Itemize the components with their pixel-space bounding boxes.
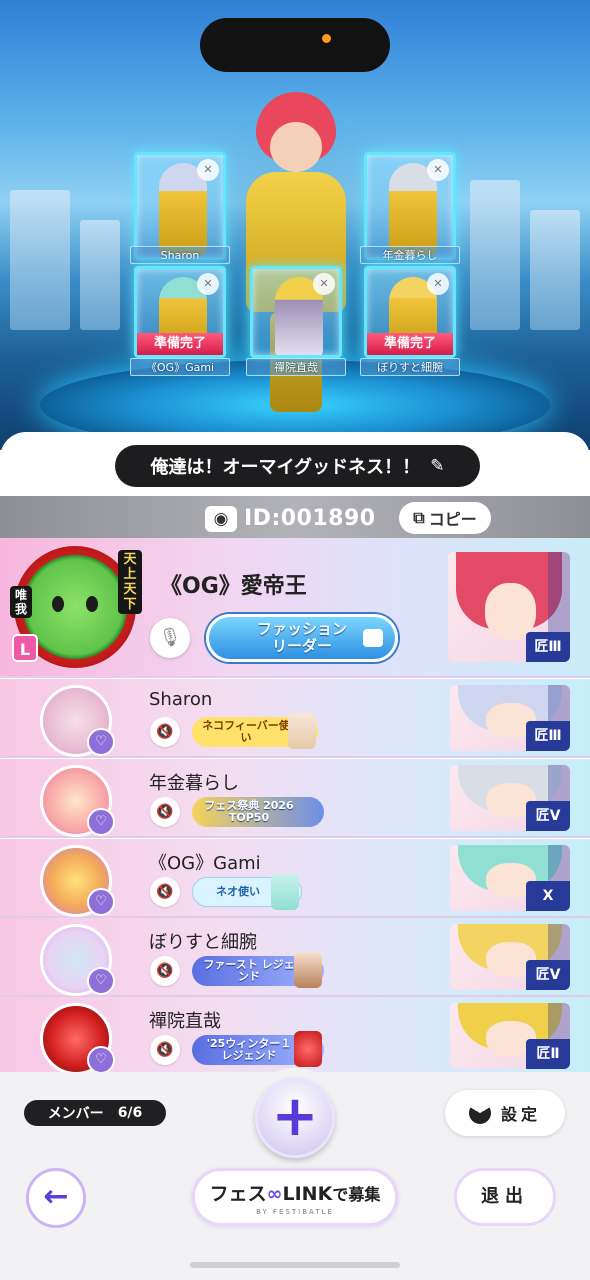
mic-off-icon: ✕	[427, 159, 449, 181]
heart-hands-icon: ♡	[87, 1046, 115, 1074]
emblem-label-left: 唯我	[10, 586, 32, 618]
recruit-byline: BY FESTIBATLE	[256, 1207, 334, 1216]
home-indicator	[190, 1262, 400, 1268]
member-card-name: 《OG》Gami	[130, 358, 230, 376]
heart-hands-icon: ♡	[87, 967, 115, 995]
mute-icon[interactable]: 🔇	[150, 956, 180, 986]
member-name: 《OG》Gami	[149, 853, 261, 874]
room-id: ID:001890	[244, 506, 376, 531]
dynamic-island	[200, 18, 390, 72]
member-card-2[interactable]: ✕	[364, 152, 456, 260]
mic-off-icon: ✕	[427, 273, 449, 295]
leader-name: 《OG》愛帝王	[160, 574, 307, 599]
member-title-text: ネオ使い	[216, 885, 260, 898]
member-row[interactable]: ♡ 年金暮らし 🔇 フェス祭典 2026 TOP50 匠Ⅴ	[0, 759, 590, 838]
member-emblem: ♡	[40, 765, 115, 837]
member-count: メンバー 6/6	[24, 1100, 166, 1126]
member-title: ネコフィーバー使い	[192, 713, 318, 749]
mute-icon[interactable]: 🔇	[150, 717, 180, 747]
member-title-text: ネコフィーバー使い	[202, 719, 290, 744]
member-card-name: ぼりすと細腕	[360, 358, 460, 376]
rank-badge: X	[526, 881, 570, 911]
team-name-text: 俺達は！オーマイグッドネス！！	[150, 457, 421, 478]
member-name: 年金暮らし	[149, 773, 239, 794]
exit-button[interactable]: 退出	[454, 1168, 556, 1226]
copy-icon: ⧉	[413, 508, 425, 527]
eye-icon[interactable]: ◉	[205, 506, 237, 532]
leader-title-plate: ファッション リーダー	[206, 614, 398, 662]
member-row[interactable]: ♡ 禪院直哉 🔇 '25ウィンター１ レジェンド 匠Ⅱ	[0, 997, 590, 1076]
member-emblem: ♡	[40, 685, 115, 757]
rank-badge: 匠Ⅲ	[526, 721, 570, 751]
settings-icon	[468, 1102, 491, 1124]
rank-badge: 匠Ⅱ	[526, 1039, 570, 1069]
mute-icon[interactable]: 🔇	[150, 797, 180, 827]
mute-icon[interactable]: 🔇	[150, 1035, 180, 1065]
member-portrait: 匠Ⅴ	[450, 924, 570, 990]
member-title: '25ウィンター１ レジェンド	[192, 1031, 324, 1067]
settings-button[interactable]: 設定	[445, 1090, 565, 1136]
member-card-1[interactable]: ✕	[134, 152, 226, 260]
member-title-text: '25ウィンター１ レジェンド	[206, 1037, 292, 1062]
settings-label: 設定	[500, 1105, 541, 1124]
member-count-value: 6/6	[117, 1105, 143, 1121]
copy-button[interactable]: ⧉ コピー	[399, 502, 491, 534]
member-card-name: Sharon	[130, 246, 230, 264]
shirt-icon	[363, 629, 383, 647]
mic-off-icon[interactable]: 🎙	[150, 618, 190, 658]
recruit-suffix: で募集	[332, 1184, 381, 1204]
member-count-label: メンバー	[47, 1106, 104, 1122]
member-title: フェス祭典 2026 TOP50	[192, 797, 324, 827]
ready-badge: 準備完了	[137, 333, 223, 355]
rank-badge: 匠Ⅴ	[526, 960, 570, 990]
festa-link-recruit-button[interactable]: フェス∞LINKで募集 BY FESTIBATLE	[192, 1168, 398, 1226]
emblem-label-top: 天上天下	[118, 550, 142, 614]
heart-hands-icon: ♡	[87, 888, 115, 916]
invite-plus-button[interactable]: +	[255, 1078, 335, 1158]
leader-row[interactable]: 天上天下 唯我 L 《OG》愛帝王 🎙 ファッション リーダー 匠Ⅲ	[0, 538, 590, 678]
member-card-4[interactable]: ✕	[250, 266, 342, 358]
copy-label: コピー	[428, 510, 477, 529]
member-title: ネオ使い	[192, 874, 302, 910]
member-emblem: ♡	[40, 845, 115, 917]
pencil-icon: ✎	[430, 456, 445, 476]
member-emblem: ♡	[40, 924, 115, 996]
recruit-prefix: フェス	[209, 1182, 267, 1205]
member-card-5[interactable]: ✕ 準備完了	[364, 266, 456, 358]
leader-badge: L	[12, 634, 38, 662]
recruit-link: LINK	[282, 1182, 333, 1205]
member-name: 禪院直哉	[149, 1011, 221, 1032]
mute-icon[interactable]: 🔇	[150, 877, 180, 907]
member-emblem: ♡	[40, 1003, 115, 1075]
ready-badge: 準備完了	[367, 333, 453, 355]
member-name: Sharon	[149, 689, 213, 710]
member-row[interactable]: ♡ Sharon 🔇 ネコフィーバー使い 匠Ⅲ	[0, 679, 590, 758]
member-portrait: 匠Ⅴ	[450, 765, 570, 831]
member-card-3[interactable]: ✕ 準備完了	[134, 266, 226, 358]
lobby-scene: ✕ Sharon ✕ 年金暮らし ✕ 準備完了 《OG》Gami ✕ 禪院直哉 …	[0, 0, 590, 450]
heart-hands-icon: ♡	[87, 808, 115, 836]
member-row[interactable]: ♡ 《OG》Gami 🔇 ネオ使い X	[0, 839, 590, 918]
member-card-name: 年金暮らし	[360, 246, 460, 264]
member-card-name: 禪院直哉	[246, 358, 346, 376]
mic-off-icon: ✕	[197, 273, 219, 295]
member-name: ぼりすと細腕	[149, 932, 257, 953]
member-row[interactable]: ♡ ぼりすと細腕 🔇 ファースト レジェンド 匠Ⅴ	[0, 918, 590, 997]
leader-portrait: 匠Ⅲ	[448, 552, 570, 662]
member-portrait: X	[450, 845, 570, 911]
heart-hands-icon: ♡	[87, 728, 115, 756]
back-button[interactable]: ←	[26, 1168, 86, 1228]
member-title-text: フェス祭典 2026 TOP50	[204, 799, 294, 824]
mic-off-icon: ✕	[197, 159, 219, 181]
rank-badge: 匠Ⅴ	[526, 801, 570, 831]
mic-off-icon: ✕	[313, 273, 335, 295]
member-title-text: ファースト レジェンド	[203, 958, 295, 983]
member-title: ファースト レジェンド	[192, 952, 324, 988]
member-portrait: 匠Ⅲ	[450, 685, 570, 751]
member-portrait: 匠Ⅱ	[450, 1003, 570, 1069]
rank-badge: 匠Ⅲ	[526, 632, 570, 662]
team-name-button[interactable]: 俺達は！オーマイグッドネス！！ ✎	[115, 445, 480, 487]
link-logo-icon: ∞	[266, 1182, 283, 1205]
